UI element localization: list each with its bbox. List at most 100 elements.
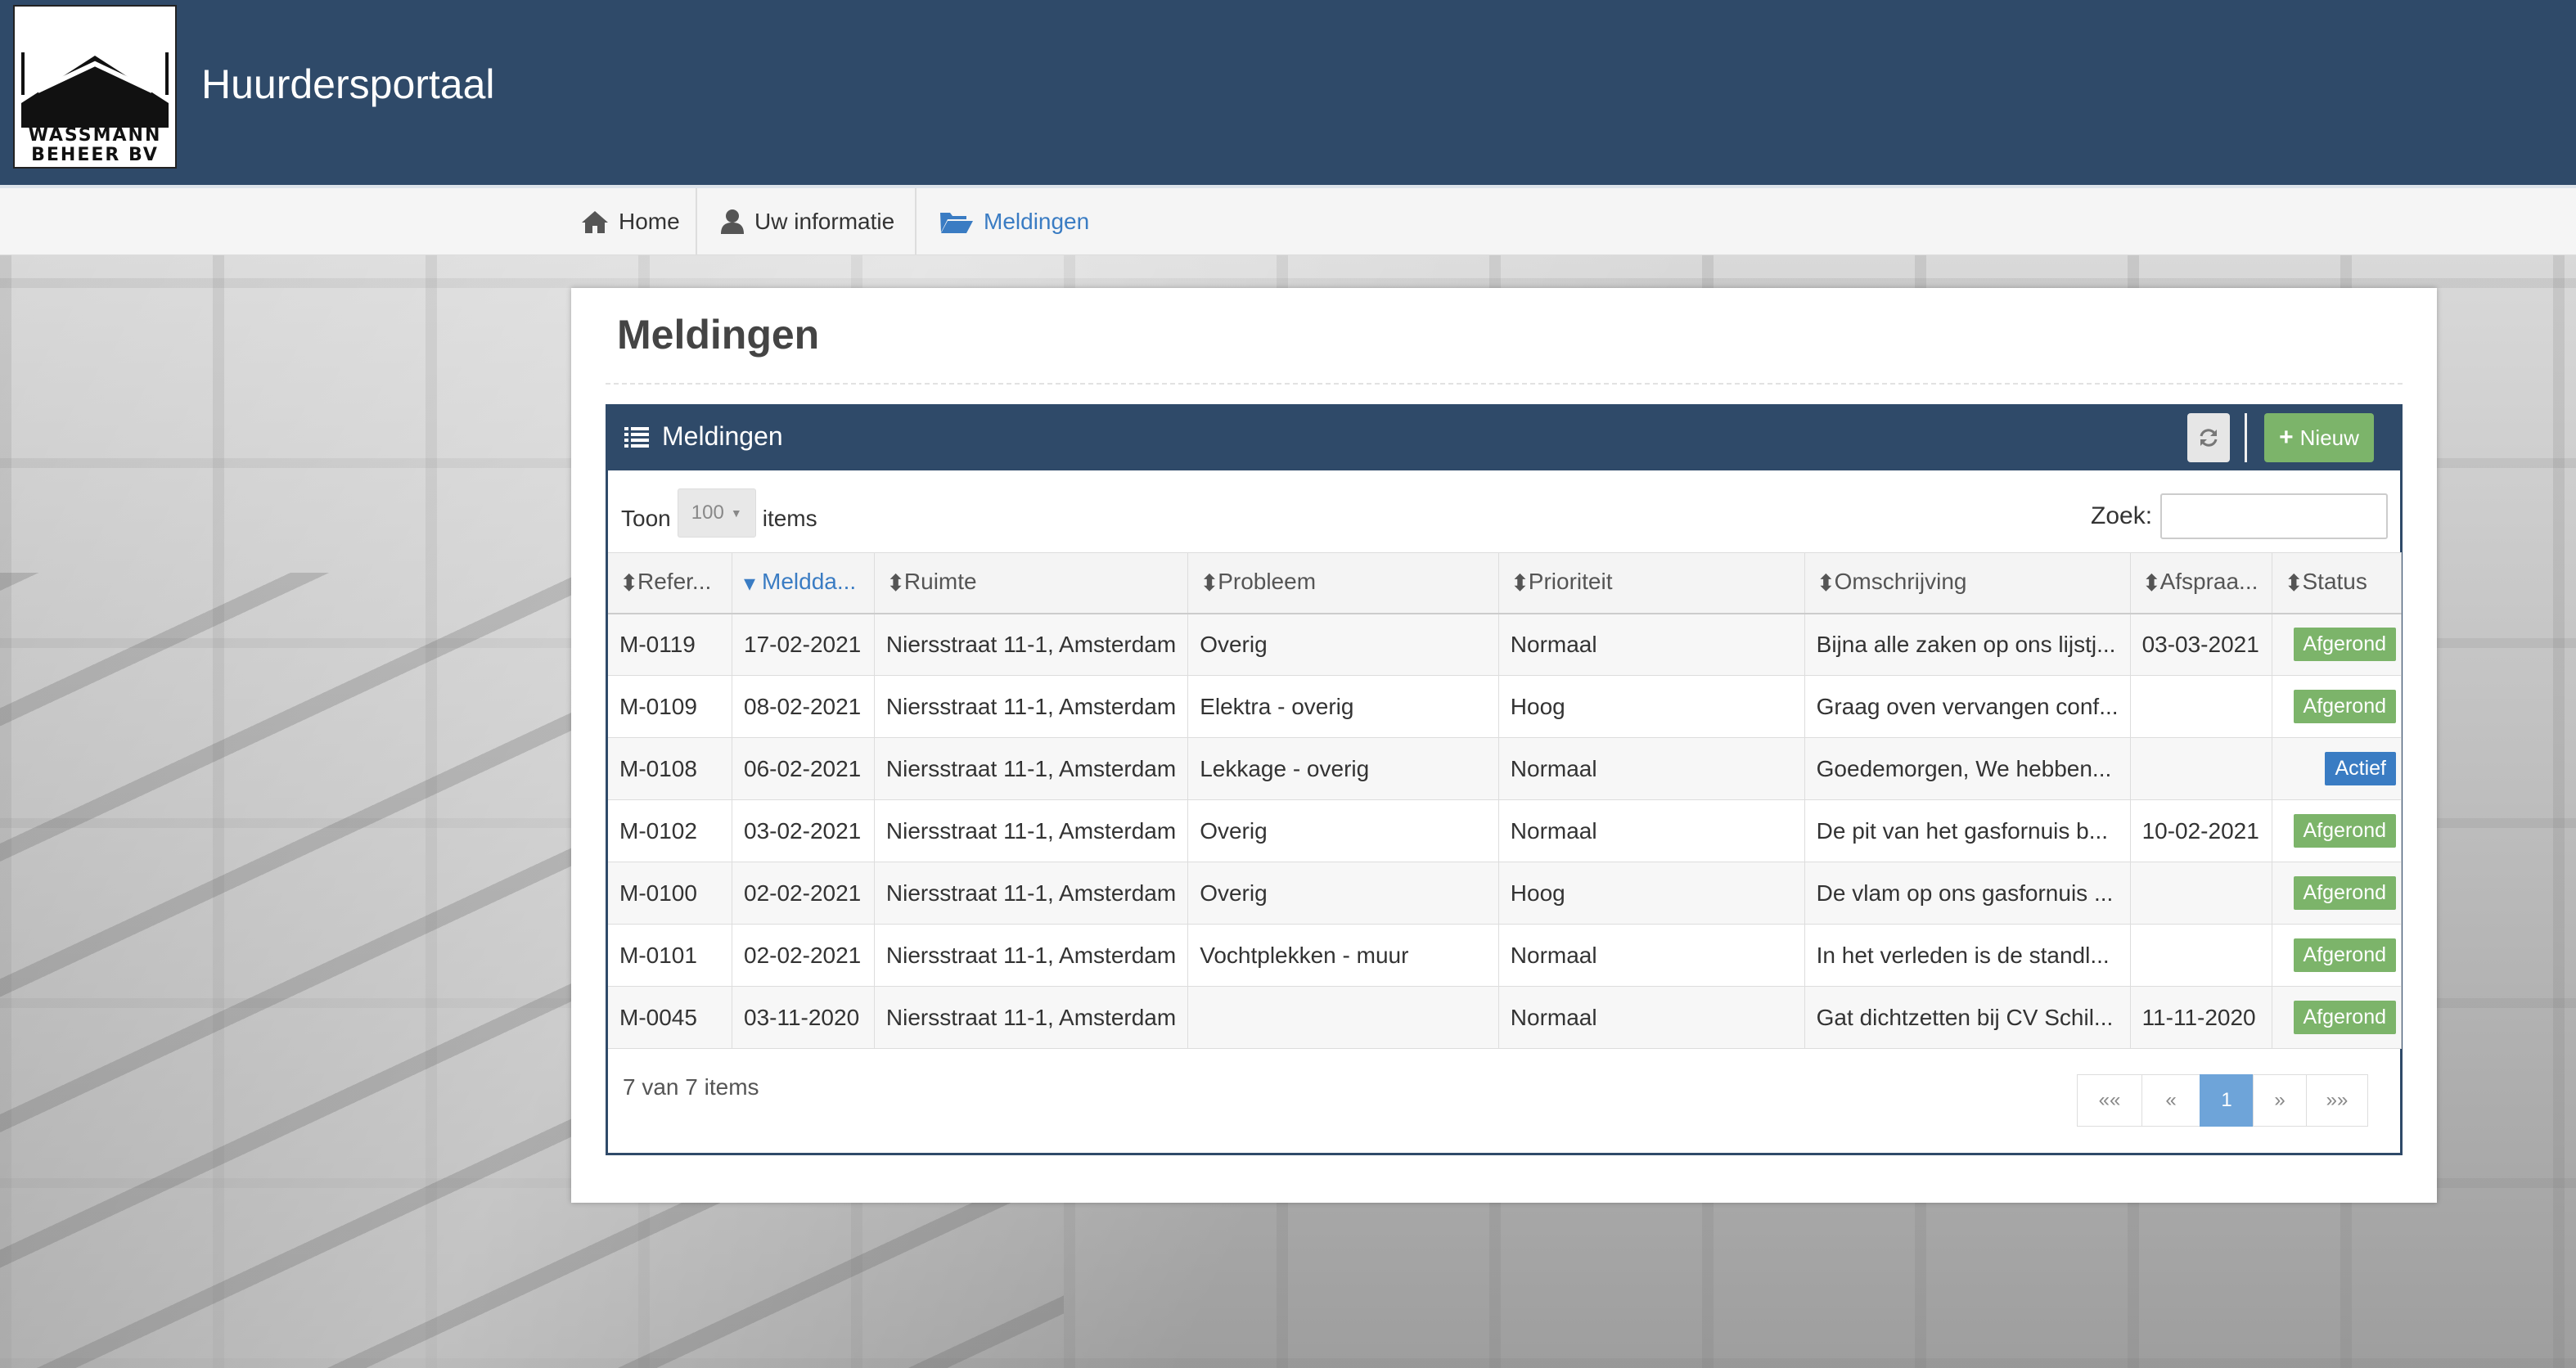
table-row[interactable]: M-0101 02-02-2021 Niersstraat 11-1, Amst… <box>608 924 2402 987</box>
sort-icon: ⬍ <box>619 570 639 596</box>
nav-divider <box>915 188 916 255</box>
app-title: Huurdersportaal <box>201 61 495 107</box>
logo-text-line2: BEHEER BV <box>31 145 159 165</box>
nav-meldingen[interactable]: Meldingen <box>920 188 1109 255</box>
nav-meldingen-label: Meldingen <box>984 209 1090 234</box>
pager-prev-button[interactable]: « <box>2141 1074 2200 1127</box>
cell-ruimte: Niersstraat 11-1, Amsterdam <box>874 737 1189 800</box>
cell-ruimte: Niersstraat 11-1, Amsterdam <box>874 924 1189 987</box>
meldingen-panel: Meldingen + Nieuw Toon 100 ▼ items Zoek:… <box>606 404 2403 1155</box>
status-badge: Afgerond <box>2293 938 2396 972</box>
cell-melddatum: 02-02-2021 <box>732 862 875 925</box>
sort-icon: ⬍ <box>1510 570 1530 596</box>
table-row[interactable]: M-0119 17-02-2021 Niersstraat 11-1, Amst… <box>608 613 2402 676</box>
nav-divider <box>696 188 697 255</box>
cell-referentie: M-0102 <box>608 799 732 862</box>
pager-page-1[interactable]: 1 <box>2200 1074 2254 1127</box>
cell-melddatum: 17-02-2021 <box>732 613 875 676</box>
cell-probleem: Overig <box>1187 862 1499 925</box>
col-header-probleem[interactable]: ⬍Probleem <box>1187 552 1499 614</box>
cell-prioriteit: Normaal <box>1498 613 1805 676</box>
search-input[interactable] <box>2160 493 2389 539</box>
search-control: Zoek: <box>2091 493 2389 539</box>
panel-title: Meldingen <box>624 421 783 452</box>
col-header-afspraak[interactable]: ⬍Afspraa... <box>2130 552 2273 614</box>
items-label: items <box>762 506 817 531</box>
status-badge: Afgerond <box>2293 814 2396 848</box>
status-badge: Afgerond <box>2293 1001 2396 1034</box>
cell-status: Actief <box>2272 737 2402 800</box>
panel-title-text: Meldingen <box>662 421 783 451</box>
status-badge: Afgerond <box>2293 628 2396 662</box>
pager-first-button[interactable]: «« <box>2077 1074 2142 1127</box>
cell-prioriteit: Normaal <box>1498 924 1805 987</box>
page-size-value: 100 <box>691 502 724 524</box>
cell-status: Afgerond <box>2272 986 2402 1049</box>
user-icon <box>721 209 744 234</box>
list-icon <box>624 426 649 448</box>
plus-icon: + <box>2279 424 2294 451</box>
logo-text-line1: WASSMANN <box>28 125 162 146</box>
page-size-select[interactable]: 100 ▼ <box>677 488 756 538</box>
cell-prioriteit: Normaal <box>1498 986 1805 1049</box>
cell-status: Afgerond <box>2272 613 2402 676</box>
col-header-omschrijving[interactable]: ⬍Omschrijving <box>1804 552 2131 614</box>
cell-melddatum: 06-02-2021 <box>732 737 875 800</box>
item-count: 7 van 7 items <box>623 1074 759 1100</box>
cell-referentie: M-0100 <box>608 862 732 925</box>
page-size-control: Toon 100 ▼ items <box>621 488 817 538</box>
cell-afspraak: 03-03-2021 <box>2130 613 2273 676</box>
table-row[interactable]: M-0109 08-02-2021 Niersstraat 11-1, Amst… <box>608 675 2402 738</box>
show-label: Toon <box>621 506 671 531</box>
col-header-melddatum[interactable]: ▾ Meldda... <box>732 552 875 614</box>
pager-last-button[interactable]: »» <box>2306 1074 2368 1127</box>
cell-afspraak <box>2130 675 2273 738</box>
col-header-prioriteit[interactable]: ⬍Prioriteit <box>1498 552 1805 614</box>
status-badge: Actief <box>2325 752 2396 785</box>
nav-home[interactable]: Home <box>561 188 700 255</box>
pagination: «« « 1 » »» <box>2077 1074 2368 1127</box>
table-header-row: ⬍Refer... ▾ Meldda... ⬍Ruimte ⬍Probleem ⬍… <box>608 552 2402 614</box>
cell-probleem: Overig <box>1187 799 1499 862</box>
cell-referentie: M-0108 <box>608 737 732 800</box>
sort-icon: ⬍ <box>885 570 906 596</box>
col-header-ruimte[interactable]: ⬍Ruimte <box>874 552 1189 614</box>
cell-prioriteit: Hoog <box>1498 675 1805 738</box>
cell-omschrijving: Goedemorgen, We hebben... <box>1804 737 2131 800</box>
cell-prioriteit: Normaal <box>1498 737 1805 800</box>
title-divider <box>606 383 2403 385</box>
col-header-status[interactable]: ⬍Status <box>2272 552 2402 614</box>
cell-afspraak <box>2130 737 2273 800</box>
new-button[interactable]: + Nieuw <box>2264 413 2374 462</box>
cell-probleem: Vochtplekken - muur <box>1187 924 1499 987</box>
meldingen-table: ⬍Refer... ▾ Meldda... ⬍Ruimte ⬍Probleem ⬍… <box>608 552 2402 1049</box>
folder-open-icon <box>940 213 973 233</box>
table-row[interactable]: M-0100 02-02-2021 Niersstraat 11-1, Amst… <box>608 862 2402 925</box>
col-header-referentie[interactable]: ⬍Refer... <box>608 552 732 614</box>
cell-melddatum: 02-02-2021 <box>732 924 875 987</box>
cell-probleem <box>1187 986 1499 1049</box>
sort-desc-icon: ▾ <box>744 570 756 596</box>
cell-referentie: M-0109 <box>608 675 732 738</box>
refresh-button[interactable] <box>2187 413 2230 462</box>
cell-melddatum: 03-11-2020 <box>732 986 875 1049</box>
table-row[interactable]: M-0108 06-02-2021 Niersstraat 11-1, Amst… <box>608 737 2402 800</box>
table-toolbar: Toon 100 ▼ items Zoek: <box>608 470 2400 552</box>
nav-uw-informatie[interactable]: Uw informatie <box>700 188 914 255</box>
pager-next-button[interactable]: » <box>2253 1074 2307 1127</box>
table-row[interactable]: M-0045 03-11-2020 Niersstraat 11-1, Amst… <box>608 986 2402 1049</box>
cell-omschrijving: Bijna alle zaken op ons lijstj... <box>1804 613 2131 676</box>
company-logo[interactable]: WASSMANN BEHEER BV <box>13 5 177 169</box>
main-nav: Home Uw informatie Meldingen <box>0 185 2576 255</box>
cell-afspraak: 11-11-2020 <box>2130 986 2273 1049</box>
cell-omschrijving: De pit van het gasfornuis b... <box>1804 799 2131 862</box>
cell-melddatum: 03-02-2021 <box>732 799 875 862</box>
cell-status: Afgerond <box>2272 862 2402 925</box>
caret-down-icon: ▼ <box>730 506 742 520</box>
cell-ruimte: Niersstraat 11-1, Amsterdam <box>874 613 1189 676</box>
table-row[interactable]: M-0102 03-02-2021 Niersstraat 11-1, Amst… <box>608 799 2402 862</box>
sort-icon: ⬍ <box>1816 570 1836 596</box>
cell-ruimte: Niersstraat 11-1, Amsterdam <box>874 799 1189 862</box>
cell-probleem: Overig <box>1187 613 1499 676</box>
cell-prioriteit: Normaal <box>1498 799 1805 862</box>
